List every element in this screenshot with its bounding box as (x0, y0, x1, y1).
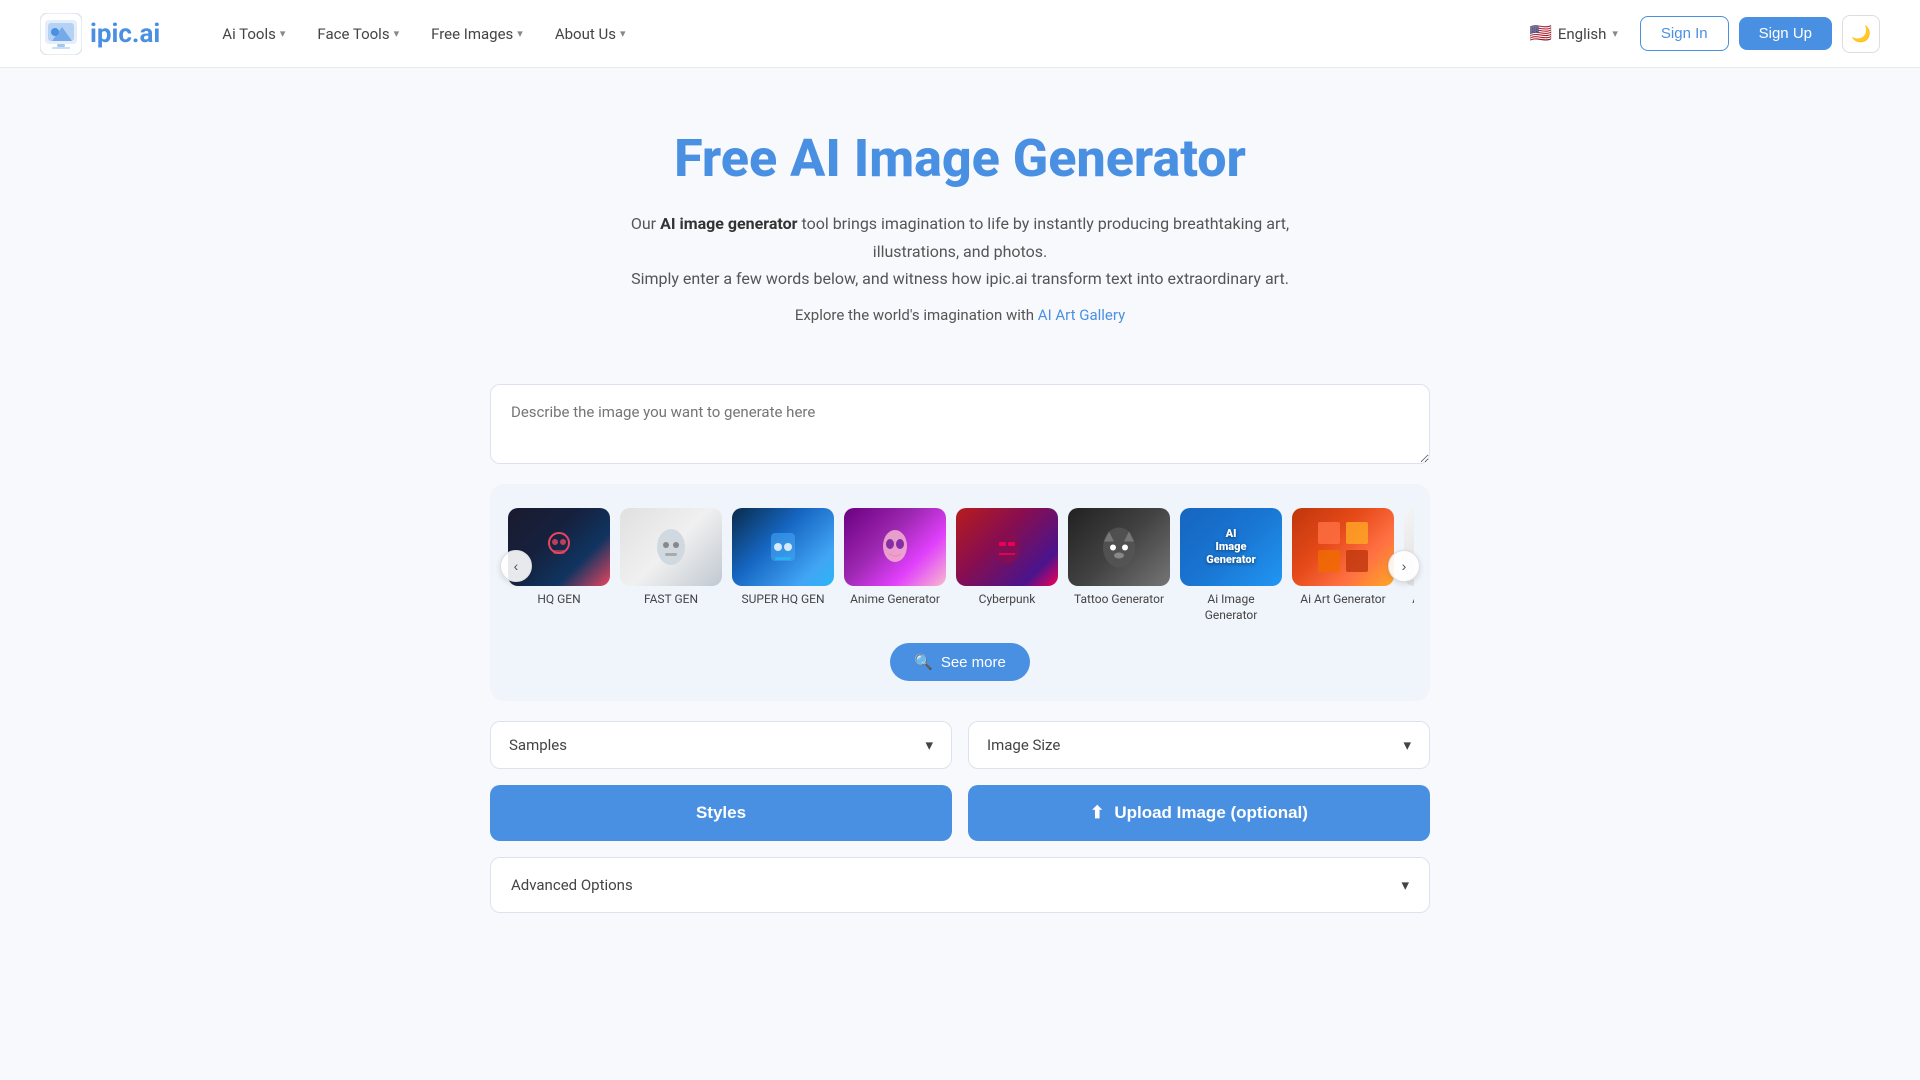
carousel-next-button[interactable]: › (1388, 550, 1420, 582)
hero-description: Our AI image generator tool brings imagi… (620, 210, 1300, 292)
ai-art-gallery-link[interactable]: AI Art Gallery (1038, 306, 1125, 324)
style-image-tattoo-generator (1068, 508, 1170, 586)
style-image-cyberpunk (956, 508, 1058, 586)
gallery-link-text: Explore the world's imagination with AI … (20, 306, 1900, 324)
cyber-face-icon (986, 522, 1028, 572)
search-icon: 🔍 (914, 653, 933, 671)
sign-in-button[interactable]: Sign In (1640, 16, 1729, 51)
nav-label-about-us: About Us (555, 25, 616, 43)
style-label-ai-image-generator: Ai Image Generator (1180, 592, 1282, 623)
style-card-tattoo-generator[interactable]: Tattoo Generator (1068, 508, 1170, 623)
see-more-button[interactable]: 🔍 See more (890, 643, 1030, 681)
flag-icon: 🇺🇸 (1529, 23, 1551, 44)
advanced-options-row[interactable]: Advanced Options ▾ (490, 857, 1430, 913)
upload-icon: ⬆ (1090, 803, 1104, 823)
anime-face-icon (875, 522, 915, 572)
main-container: ‹ HQ GEN (470, 354, 1450, 913)
style-image-anime-generator (844, 508, 946, 586)
sign-up-button[interactable]: Sign Up (1739, 17, 1832, 50)
style-label-super-hq-gen: SUPER HQ GEN (732, 592, 834, 608)
theme-toggle-button[interactable]: 🌙 (1842, 15, 1880, 53)
style-card-fast-gen[interactable]: FAST GEN (620, 508, 722, 623)
style-image-super-hq-gen (732, 508, 834, 586)
upload-image-button[interactable]: ⬆ Upload Image (optional) (968, 785, 1430, 841)
hero-section: Free AI Image Generator Our AI image gen… (0, 68, 1920, 354)
navbar: ipic.ai Ai Tools ▾ Face Tools ▾ Free Ima… (0, 0, 1920, 68)
style-label-ai-pencil-sketch: Ai Pencil Sketch (1404, 592, 1414, 608)
nav-item-about-us[interactable]: About Us ▾ (541, 17, 640, 51)
robot-head-icon (649, 519, 693, 575)
style-label-cyberpunk: Cyberpunk (956, 592, 1058, 608)
chevron-down-icon: ▾ (1612, 27, 1618, 40)
see-more-container: 🔍 See more (506, 643, 1414, 681)
nav-label-face-tools: Face Tools (317, 25, 389, 43)
style-label-tattoo-generator: Tattoo Generator (1068, 592, 1170, 608)
nav-item-ai-tools[interactable]: Ai Tools ▾ (208, 17, 299, 51)
logo-text: ipic.ai (90, 19, 160, 49)
logo[interactable]: ipic.ai (40, 13, 160, 55)
ai-image-label: AIImageGenerator (1206, 527, 1256, 567)
chevron-right-icon: › (1402, 558, 1407, 574)
upload-label: Upload Image (optional) (1114, 803, 1308, 823)
chevron-down-icon: ▾ (620, 27, 626, 40)
carousel-prev-button[interactable]: ‹ (500, 550, 532, 582)
style-label-ai-art-generator: Ai Art Generator (1292, 592, 1394, 608)
image-size-dropdown[interactable]: Image Size ▾ (968, 721, 1430, 769)
hero-bold-text: AI image generator (660, 214, 797, 233)
prompt-input[interactable] (490, 384, 1430, 464)
logo-icon (40, 13, 82, 55)
robot-icon (539, 527, 579, 567)
nav-label-ai-tools: Ai Tools (222, 25, 276, 43)
nav-links: Ai Tools ▾ Face Tools ▾ Free Images ▾ Ab… (208, 17, 1517, 51)
style-card-ai-art-generator[interactable]: Ai Art Generator (1292, 508, 1394, 623)
chevron-left-icon: ‹ (514, 558, 519, 574)
style-image-ai-art-generator (1292, 508, 1394, 586)
style-label-anime-generator: Anime Generator (844, 592, 946, 608)
style-card-super-hq-gen[interactable]: SUPER HQ GEN (732, 508, 834, 623)
nav-right: 🇺🇸 English ▾ Sign In Sign Up 🌙 (1517, 15, 1880, 53)
advanced-options-label: Advanced Options (511, 876, 633, 894)
chevron-down-icon: ▾ (1401, 876, 1409, 894)
nav-item-face-tools[interactable]: Face Tools ▾ (303, 17, 413, 51)
nav-item-free-images[interactable]: Free Images ▾ (417, 17, 537, 51)
chevron-down-icon: ▾ (517, 27, 523, 40)
language-selector[interactable]: 🇺🇸 English ▾ (1517, 15, 1629, 52)
art-grid-icon (1313, 517, 1373, 577)
style-label-hq-gen: HQ GEN (508, 592, 610, 608)
page-title: Free AI Image Generator (20, 128, 1900, 190)
style-image-ai-image-generator: AIImageGenerator (1180, 508, 1282, 586)
styles-button[interactable]: Styles (490, 785, 952, 841)
language-label: English (1558, 25, 1607, 43)
chevron-down-icon: ▾ (1403, 736, 1411, 754)
options-row: Samples ▾ Image Size ▾ (490, 721, 1430, 769)
chevron-down-icon: ▾ (394, 27, 400, 40)
action-row: Styles ⬆ Upload Image (optional) (490, 785, 1430, 841)
see-more-label: See more (941, 654, 1006, 671)
style-label-fast-gen: FAST GEN (620, 592, 722, 608)
carousel-wrapper: ‹ HQ GEN (506, 504, 1414, 627)
styles-section: ‹ HQ GEN (490, 484, 1430, 701)
style-image-fast-gen (620, 508, 722, 586)
mech-icon (761, 525, 805, 569)
chevron-down-icon: ▾ (925, 736, 933, 754)
nav-label-free-images: Free Images (431, 25, 513, 43)
chevron-down-icon: ▾ (280, 27, 286, 40)
style-card-cyberpunk[interactable]: Cyberpunk (956, 508, 1058, 623)
samples-label: Samples (509, 736, 567, 754)
styles-carousel: HQ GEN FAST GEN (506, 504, 1414, 627)
moon-icon: 🌙 (1851, 24, 1871, 43)
wolf-icon (1094, 519, 1144, 574)
style-card-ai-image-generator[interactable]: AIImageGenerator Ai Image Generator (1180, 508, 1282, 623)
samples-dropdown[interactable]: Samples ▾ (490, 721, 952, 769)
image-size-label: Image Size (987, 736, 1060, 754)
style-card-anime-generator[interactable]: Anime Generator (844, 508, 946, 623)
